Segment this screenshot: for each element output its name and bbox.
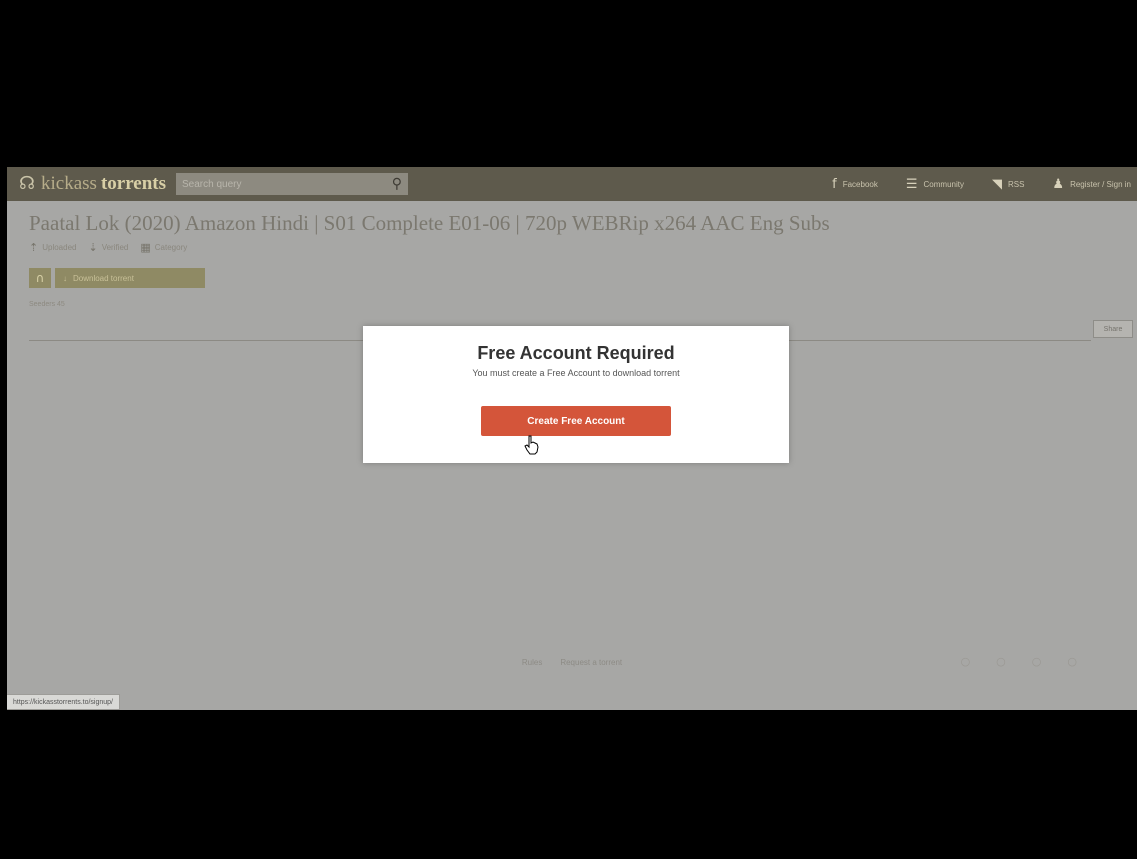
footer-circle-icon[interactable]: ○ bbox=[996, 655, 1006, 668]
community-icon: ☰ bbox=[905, 176, 918, 192]
calendar-icon: ▦ bbox=[140, 241, 151, 254]
modal-title: Free Account Required bbox=[477, 343, 675, 363]
footer-icons: ○ ○ ○ ○ bbox=[961, 655, 1077, 668]
share-tab[interactable]: Share bbox=[1093, 320, 1133, 338]
logo-icon: ☊ bbox=[19, 173, 35, 194]
modal-text: You must create a Free Account to downlo… bbox=[472, 368, 680, 378]
arrow-down-icon: ↓ bbox=[63, 273, 67, 283]
nav-facebook[interactable]: f Facebook bbox=[832, 177, 878, 192]
torrent-meta: ⇡ Uploaded ⇣ Verified ▦ Category bbox=[29, 241, 187, 254]
download-torrent-label: Download torrent bbox=[73, 273, 134, 283]
rss-icon: ◥ bbox=[991, 176, 1002, 192]
download-torrent-button[interactable]: ↓ Download torrent bbox=[55, 268, 205, 288]
search-icon[interactable]: ⚲ bbox=[392, 176, 402, 192]
nav-register-label: Register / Sign in bbox=[1070, 179, 1131, 189]
status-bar-url: https://kickasstorrents.to/signup/ bbox=[7, 694, 120, 710]
footer-circle-icon[interactable]: ○ bbox=[1067, 655, 1077, 668]
search-input[interactable]: Search query ⚲ bbox=[176, 173, 409, 195]
logo-text-kickass: kickass bbox=[41, 173, 97, 194]
download-row: ∩ ↓ Download torrent bbox=[29, 268, 205, 288]
create-free-account-button[interactable]: Create Free Account bbox=[481, 406, 671, 436]
meta-verified: ⇣ Verified bbox=[88, 241, 128, 254]
magnet-icon: ∩ bbox=[35, 271, 45, 285]
logo-text-torrents: torrents bbox=[100, 173, 167, 194]
footer-circle-icon[interactable]: ○ bbox=[1032, 655, 1042, 668]
footer-circle-icon[interactable]: ○ bbox=[961, 655, 971, 668]
meta-category-label: Category bbox=[154, 243, 188, 252]
nav-community-label: Community bbox=[923, 179, 964, 189]
site-logo[interactable]: ☊ kickass torrents bbox=[19, 173, 166, 195]
search-placeholder: Search query bbox=[182, 178, 242, 190]
hand-cursor-icon bbox=[524, 435, 539, 455]
nav-rss-label: RSS bbox=[1007, 179, 1025, 189]
nav-community[interactable]: ☰ Community bbox=[906, 177, 964, 192]
header-nav: f Facebook ☰ Community ◥ RSS ♟ Register … bbox=[832, 177, 1131, 192]
meta-uploaded-label: Uploaded bbox=[42, 243, 77, 252]
footer-link-request[interactable]: Request a torrent bbox=[560, 658, 622, 667]
nav-rss[interactable]: ◥ RSS bbox=[992, 177, 1024, 192]
footer-link-rules[interactable]: Rules bbox=[522, 658, 542, 667]
upload-icon: ⇡ bbox=[29, 241, 39, 254]
facebook-icon: f bbox=[832, 176, 837, 192]
meta-category: ▦ Category bbox=[140, 241, 187, 254]
magnet-button[interactable]: ∩ bbox=[29, 268, 51, 288]
meta-uploaded: ⇡ Uploaded bbox=[29, 241, 76, 254]
page-title: Paatal Lok (2020) Amazon Hindi | S01 Com… bbox=[29, 211, 830, 235]
download-icon: ⇣ bbox=[88, 241, 98, 254]
user-icon: ♟ bbox=[1052, 176, 1065, 192]
nav-facebook-label: Facebook bbox=[842, 179, 878, 189]
meta-verified-label: Verified bbox=[101, 243, 129, 252]
account-required-modal: Free Account Required You must create a … bbox=[363, 326, 789, 463]
site-header: ☊ kickass torrents Search query ⚲ f Face… bbox=[7, 167, 1137, 201]
nav-register-signin[interactable]: ♟ Register / Sign in bbox=[1052, 177, 1131, 192]
seeders-info: Seeders 45 bbox=[29, 301, 65, 308]
